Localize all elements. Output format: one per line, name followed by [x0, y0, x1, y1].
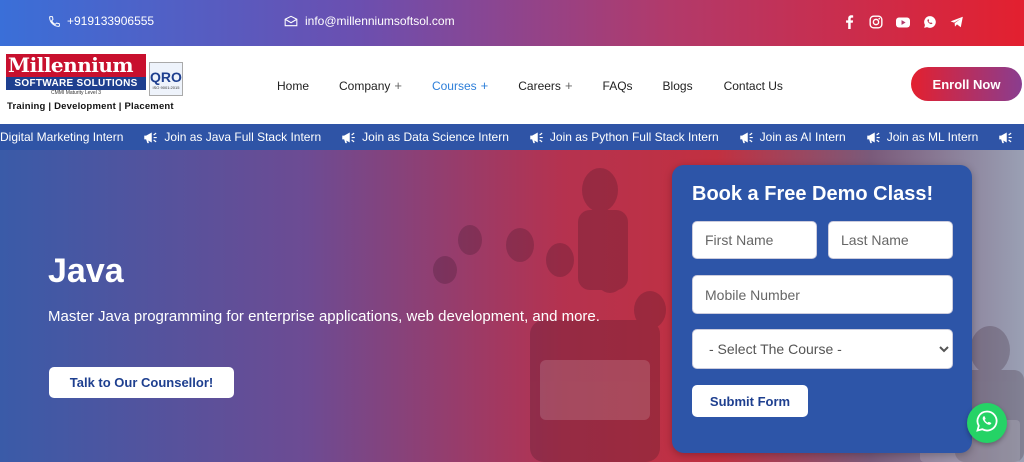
- ticker-item-label: Join as Data Science Intern: [362, 130, 509, 144]
- whatsapp-icon[interactable]: [923, 15, 937, 29]
- nav-item-home[interactable]: Home: [277, 78, 309, 93]
- whatsapp-icon: [975, 409, 999, 438]
- email-contact[interactable]: info@millenniumsoftsol.com: [284, 14, 455, 28]
- instagram-icon[interactable]: [869, 15, 883, 29]
- ticker-item[interactable]: Digital Marketing Intern: [0, 130, 123, 144]
- nav-item-blogs[interactable]: Blogs: [663, 78, 693, 93]
- announcement-ticker: Digital Marketing Intern Join as Java Fu…: [0, 124, 1024, 150]
- talk-to-counsellor-button[interactable]: Talk to Our Counsellor!: [49, 367, 234, 398]
- megaphone-icon: [739, 131, 754, 144]
- ticker-item[interactable]: Join as ML Intern: [866, 130, 979, 144]
- nav-item-careers[interactable]: Careers +: [518, 78, 572, 93]
- nav-item-label: FAQs: [602, 78, 633, 93]
- nav-item-faqs[interactable]: FAQs: [603, 78, 633, 93]
- phone-icon: [48, 15, 61, 28]
- megaphone-icon: [143, 131, 158, 144]
- top-contact-bar: +919133906555 info@millenniumsoftsol.com: [0, 0, 1024, 46]
- youtube-icon[interactable]: [896, 15, 910, 29]
- main-header: Millennium SOFTWARE SOLUTIONS CMMI Matur…: [0, 46, 1024, 124]
- iso-mark: QRO: [150, 68, 182, 85]
- ticker-item-label: Digital Marketing Intern: [0, 130, 124, 144]
- company-logo[interactable]: Millennium SOFTWARE SOLUTIONS CMMI Matur…: [6, 54, 186, 116]
- plus-icon: +: [480, 78, 489, 93]
- nav-item-courses[interactable]: Courses +: [432, 78, 488, 93]
- ticker-item-label: Join as ML Intern: [886, 130, 979, 144]
- megaphone-icon: [529, 131, 544, 144]
- first-name-input[interactable]: [692, 221, 817, 259]
- nav-item-label: Contact Us: [723, 78, 783, 93]
- ticker-item[interactable]: Join as Java Full Stack Intern: [143, 130, 321, 144]
- ticker-item[interactable]: Join as Python Full Stack Intern: [529, 130, 719, 144]
- nav-item-contact-us[interactable]: Contact Us: [724, 78, 783, 93]
- ticker-row: Digital Marketing Intern Join as Java Fu…: [0, 130, 1024, 144]
- logo-subtitle: SOFTWARE SOLUTIONS: [6, 77, 146, 90]
- logo-cmmi-text: CMMI Maturity Level 3: [50, 90, 101, 96]
- course-select[interactable]: - Select The Course -: [692, 329, 953, 369]
- nav-item-label: Courses: [431, 78, 477, 93]
- telegram-icon[interactable]: [950, 15, 964, 29]
- logo-brand-text: Millennium: [6, 54, 146, 77]
- demo-class-form: Book a Free Demo Class! - Select The Cou…: [672, 165, 972, 453]
- iso-certification-badge: QRO ISO 9001:2015: [149, 62, 183, 96]
- main-navigation: Home Company + Courses + Careers + FAQs …: [277, 78, 783, 93]
- last-name-input[interactable]: [828, 221, 953, 259]
- iso-text: ISO 9001:2015: [152, 84, 180, 90]
- ticker-item-label: Join as Python Full Stack Intern: [549, 130, 719, 144]
- nav-item-label: Company: [339, 78, 391, 93]
- plus-icon: +: [564, 78, 573, 93]
- facebook-icon[interactable]: [842, 15, 856, 29]
- hero-title: Java: [48, 252, 124, 290]
- enroll-now-button[interactable]: Enroll Now: [911, 67, 1022, 101]
- nav-item-company[interactable]: Company +: [339, 78, 402, 93]
- logo-tagline: Training | Development | Placement: [7, 101, 174, 112]
- plus-icon: +: [394, 78, 402, 93]
- ticker-item-label: Join as Java Full Stack Intern: [164, 130, 322, 144]
- nav-item-label: Careers: [518, 78, 561, 93]
- nav-item-label: Home: [277, 78, 310, 93]
- envelope-icon: [284, 15, 298, 27]
- nav-item-label: Blogs: [662, 78, 693, 93]
- megaphone-icon: [341, 131, 356, 144]
- whatsapp-chat-button[interactable]: [967, 403, 1007, 443]
- phone-number: +919133906555: [67, 14, 155, 28]
- ticker-item[interactable]: [998, 130, 1019, 144]
- social-links: [842, 15, 964, 29]
- mobile-number-input[interactable]: [692, 275, 953, 314]
- submit-form-button[interactable]: Submit Form: [692, 385, 808, 417]
- megaphone-icon: [998, 131, 1013, 144]
- form-title: Book a Free Demo Class!: [692, 183, 934, 205]
- megaphone-icon: [866, 131, 881, 144]
- ticker-item[interactable]: Join as AI Intern: [739, 130, 846, 144]
- ticker-item[interactable]: Join as Data Science Intern: [341, 130, 509, 144]
- ticker-item-label: Join as AI Intern: [759, 130, 846, 144]
- phone-contact[interactable]: +919133906555: [48, 14, 154, 28]
- email-address: info@millenniumsoftsol.com: [305, 14, 455, 28]
- hero-description: Master Java programming for enterprise a…: [48, 308, 600, 325]
